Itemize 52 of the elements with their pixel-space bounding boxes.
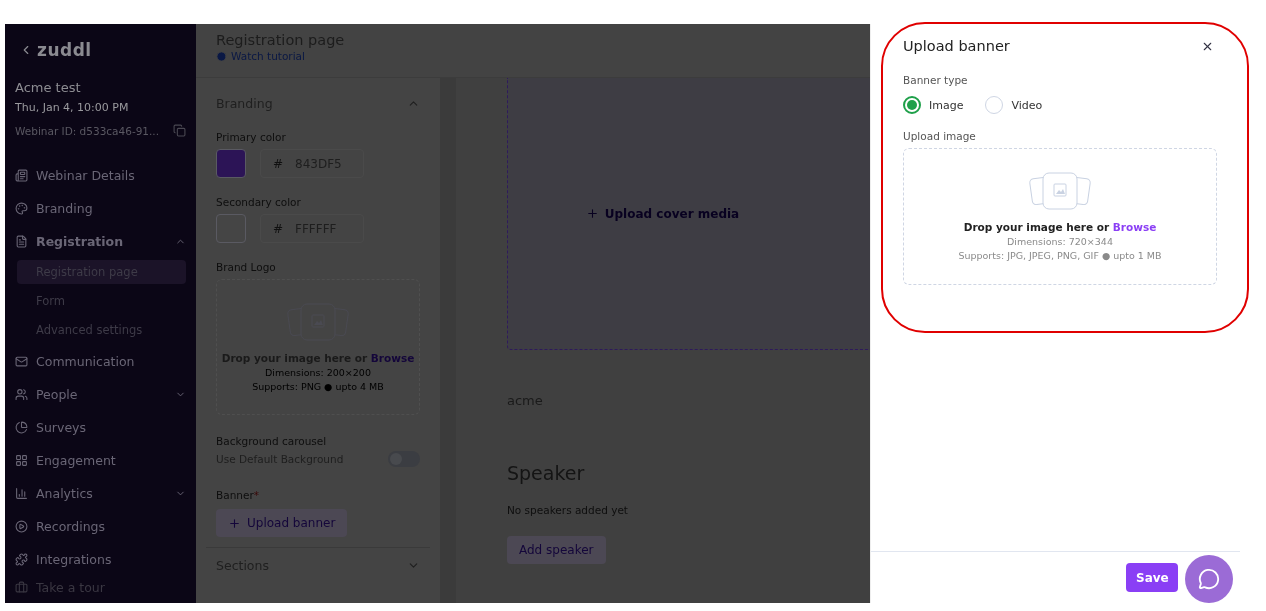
- browse-link[interactable]: Browse: [370, 351, 415, 364]
- save-button[interactable]: Save: [1126, 563, 1178, 592]
- logo: zuddl: [37, 40, 92, 60]
- radio-option[interactable]: Image: [903, 96, 964, 114]
- bar-chart-icon: [15, 487, 28, 500]
- nav-item[interactable]: People: [15, 378, 186, 411]
- nav-item[interactable]: Communication: [15, 345, 186, 378]
- radio-option[interactable]: Video: [985, 96, 1043, 114]
- nav-item[interactable]: Engagement: [15, 444, 186, 477]
- upload-dropzone[interactable]: Drop your image here or Browse Dimensions: 720×344 Supports: JPG, JPEG, PNG, GIF ● upto 1 MB: [903, 148, 1217, 285]
- document-icon: [15, 235, 28, 248]
- image-stack-icon: [1029, 172, 1091, 212]
- color-swatch[interactable]: [216, 149, 246, 178]
- field-label: Upload image: [903, 130, 977, 142]
- play-icon: [15, 520, 28, 533]
- supports-text: Supports: JPG, JPEG, PNG, GIF ● upto 1 MB: [958, 250, 1162, 261]
- grid-icon: [15, 454, 28, 467]
- pie-chart-icon: [15, 421, 28, 434]
- field-label: Banner type: [903, 74, 969, 86]
- nav-item[interactable]: Integrations: [15, 543, 186, 576]
- drop-prompt: Drop your image here or Browse: [963, 221, 1157, 233]
- copy-icon[interactable]: [173, 124, 186, 137]
- people-icon: [15, 388, 28, 401]
- nav-item[interactable]: Webinar Details: [15, 159, 186, 192]
- nav-item[interactable]: Recordings: [15, 510, 186, 543]
- mail-icon: [15, 355, 28, 368]
- radio-button[interactable]: [903, 96, 921, 114]
- nav-item[interactable]: Surveys: [15, 411, 186, 444]
- dimensions-text: Dimensions: 200×200: [265, 366, 371, 378]
- nav-item[interactable]: Registration: [15, 225, 186, 258]
- dimensions-text: Dimensions: 720×344: [1007, 236, 1113, 247]
- event-date: Thu, Jan 4, 10:00 PM: [15, 101, 130, 114]
- event-name: Acme test: [15, 80, 82, 95]
- plus-icon: [228, 516, 241, 530]
- play-icon: [216, 50, 227, 62]
- plus-icon: [585, 207, 599, 220]
- color-swatch[interactable]: [216, 214, 246, 243]
- palette-icon: [15, 202, 28, 215]
- supports-text: Supports: PNG ● upto 4 MB: [252, 380, 384, 392]
- browse-link[interactable]: Browse: [1112, 221, 1157, 233]
- add-speaker-button[interactable]: Add speaker: [507, 536, 606, 564]
- webinar-id: Webinar ID: d533ca46-91...: [15, 124, 160, 137]
- newspaper-icon: [15, 169, 28, 182]
- briefcase-icon: [15, 581, 28, 594]
- puzzle-icon: [15, 553, 28, 566]
- chat-icon: [1198, 568, 1220, 590]
- upload-cover-button[interactable]: Upload cover media: [585, 206, 740, 221]
- drawer-title: Upload banner: [903, 38, 1010, 54]
- nav-item[interactable]: Analytics: [15, 477, 186, 510]
- upload-banner-button[interactable]: Upload banner: [216, 509, 348, 537]
- nav-item[interactable]: Branding: [15, 192, 186, 225]
- cover-dropzone[interactable]: Upload cover media: [507, 78, 870, 350]
